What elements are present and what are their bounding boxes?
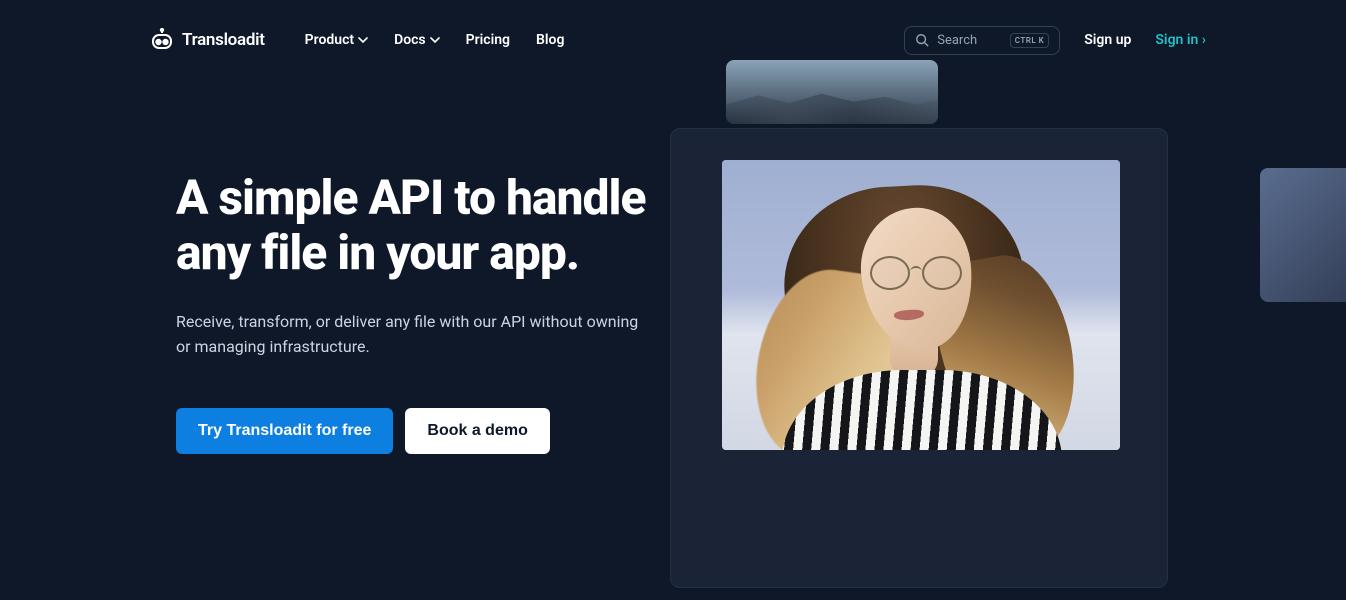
nav-label: Blog xyxy=(536,32,564,48)
header: Transloadit Product Docs Pricing Blog Se… xyxy=(0,0,1346,60)
cta-try-free-button[interactable]: Try Transloadit for free xyxy=(176,408,393,454)
nav-docs[interactable]: Docs xyxy=(394,32,440,48)
brand-text: Transloadit xyxy=(182,30,265,50)
search-icon xyxy=(915,33,929,47)
chevron-down-icon xyxy=(430,35,440,45)
hero-title: A simple API to handle any file in your … xyxy=(176,170,646,280)
hero-illustration xyxy=(670,60,1270,600)
nav-blog[interactable]: Blog xyxy=(536,32,564,48)
signin-link[interactable]: Sign in › xyxy=(1155,32,1206,48)
nav-label: Product xyxy=(305,32,354,48)
chevron-down-icon xyxy=(358,35,368,45)
brand-icon xyxy=(150,28,174,52)
brand-logo[interactable]: Transloadit xyxy=(150,28,265,52)
nav-label: Pricing xyxy=(466,32,510,48)
search-shortcut: CTRL K xyxy=(1010,33,1050,48)
background-card-abstract xyxy=(1260,168,1346,302)
search-input[interactable]: Search CTRL K xyxy=(904,26,1060,55)
background-card-mountain xyxy=(726,60,938,124)
nav-product[interactable]: Product xyxy=(305,32,368,48)
search-placeholder: Search xyxy=(937,33,1002,48)
nav-label: Docs xyxy=(394,32,426,48)
cta-book-demo-button[interactable]: Book a demo xyxy=(405,408,549,454)
hero: A simple API to handle any file in your … xyxy=(0,60,1346,454)
signup-link[interactable]: Sign up xyxy=(1084,32,1131,48)
hero-photo xyxy=(722,160,1120,450)
primary-nav: Product Docs Pricing Blog xyxy=(305,32,565,48)
hero-subtitle: Receive, transform, or deliver any file … xyxy=(176,310,646,360)
nav-pricing[interactable]: Pricing xyxy=(466,32,510,48)
